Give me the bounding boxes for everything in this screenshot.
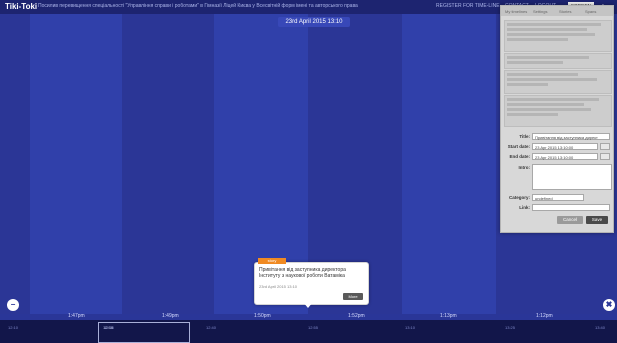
timeline-band xyxy=(0,14,30,314)
band-label: 1:52pm xyxy=(348,313,365,319)
zoom-in-icon[interactable]: ✖ xyxy=(603,299,615,311)
tab-stories[interactable]: Stories xyxy=(559,9,571,14)
link-label: Link: xyxy=(519,205,530,210)
app-logo[interactable]: Tiki-Toki xyxy=(5,2,37,11)
story-title[interactable]: Привітання від заступника директора Інст… xyxy=(259,267,364,279)
story-date: 23rd April 2015 13:10 xyxy=(259,284,298,289)
start-date-input[interactable]: 23 Apr 2015 13:10:00 xyxy=(532,143,598,150)
intro-label: Intro: xyxy=(518,165,531,170)
timeline-band xyxy=(30,14,122,314)
category-row: Category: undefined xyxy=(504,193,610,203)
cancel-button[interactable]: Cancel xyxy=(557,216,583,224)
save-button[interactable]: Save xyxy=(586,216,608,224)
story-list-item[interactable] xyxy=(504,95,612,127)
ruler-label: 13:25 xyxy=(505,325,516,330)
title-row: Title: Привітання від заступника директ xyxy=(504,132,610,142)
intro-row: Intro: xyxy=(504,163,612,191)
band-label: 1:12pm xyxy=(536,313,553,319)
start-date-label: Start date: xyxy=(507,144,530,149)
tab-my-timelines[interactable]: My timelines xyxy=(505,9,527,14)
more-button[interactable]: More xyxy=(343,293,363,300)
category-label: Category: xyxy=(508,195,530,200)
story-editor-panel: My timelines Settings Stories Spans Titl… xyxy=(500,5,614,233)
current-date-label: 23rd April 2015 13:10 xyxy=(278,17,350,27)
band-label: 1:49pm xyxy=(162,313,179,319)
band-label: 1:47pm xyxy=(68,313,85,319)
panel-tabs: My timelines Settings Stories Spans xyxy=(501,6,613,16)
start-date-row: Start date: 23 Apr 2015 13:10:00 xyxy=(504,142,610,152)
story-popup[interactable]: Привітання від заступника директора Інст… xyxy=(254,262,369,305)
ruler-label: 12:55 xyxy=(308,325,319,330)
timeline-drag-handle[interactable]: 12:58 xyxy=(98,322,190,343)
nav-register-link[interactable]: REGISTER FOR TIME-LINE xyxy=(436,3,500,9)
story-tag: story xyxy=(258,258,286,264)
timeline-band xyxy=(122,14,214,314)
calendar-icon[interactable] xyxy=(600,143,610,150)
timeline-ruler[interactable]: 12:10 12:25 12:40 12:55 13:10 13:25 13:4… xyxy=(0,320,617,343)
band-label: 1:13pm xyxy=(440,313,457,319)
category-select[interactable]: undefined xyxy=(532,194,584,201)
title-label: Title: xyxy=(519,134,530,139)
popup-pointer xyxy=(303,302,313,308)
story-list-item[interactable] xyxy=(504,70,612,94)
zoom-out-icon[interactable]: − xyxy=(7,299,19,311)
calendar-icon[interactable] xyxy=(600,153,610,160)
link-row: Link: xyxy=(504,203,610,213)
end-date-label: End date: xyxy=(509,154,530,159)
tab-settings[interactable]: Settings xyxy=(533,9,547,14)
intro-textarea[interactable] xyxy=(532,164,612,190)
ruler-label: 12:40 xyxy=(206,325,217,330)
story-list-item[interactable] xyxy=(504,53,612,69)
band-label: 1:50pm xyxy=(254,313,271,319)
ruler-label: 12:10 xyxy=(8,325,19,330)
handle-label: 12:58 xyxy=(103,325,114,330)
tab-spans[interactable]: Spans xyxy=(585,9,596,14)
story-list-item[interactable] xyxy=(504,20,612,52)
title-input[interactable]: Привітання від заступника директ xyxy=(532,133,610,140)
ruler-label: 13:10 xyxy=(405,325,416,330)
timeline-title: Посилив перевищення спеціальності "Управ… xyxy=(38,3,358,9)
end-date-row: End date: 23 Apr 2015 13:10:00 xyxy=(504,152,610,162)
ruler-label: 13:40 xyxy=(595,325,606,330)
end-date-input[interactable]: 23 Apr 2015 13:10:00 xyxy=(532,153,598,160)
link-input[interactable] xyxy=(532,204,610,211)
timeline-band xyxy=(402,14,496,314)
